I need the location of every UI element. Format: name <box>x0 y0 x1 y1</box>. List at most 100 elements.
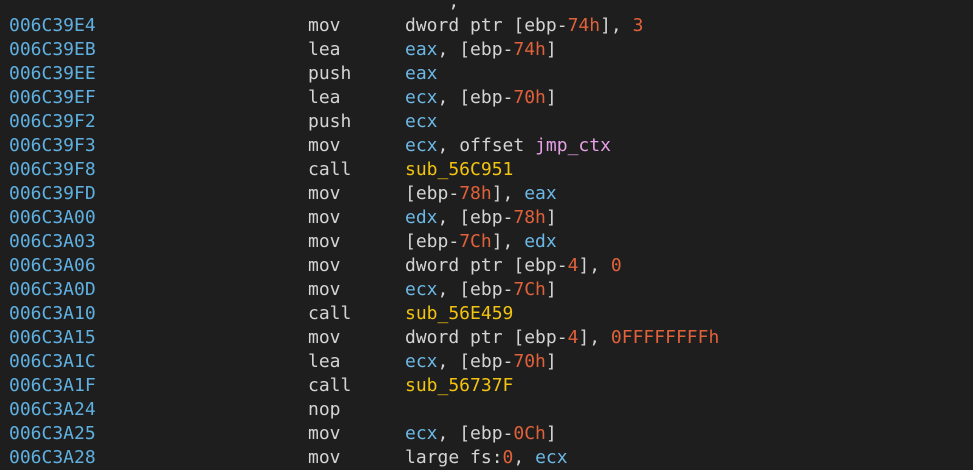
operand-text: dword ptr [ebp- <box>405 255 568 276</box>
instruction-mnemonic: push <box>308 63 352 84</box>
disasm-line[interactable]: 006C39EB lea eax, [ebp-74h] <box>0 38 973 62</box>
disasm-line[interactable]: 006C39EE push eax <box>0 62 973 86</box>
disasm-line[interactable]: 006C39FD mov [ebp-78h], eax <box>0 182 973 206</box>
operand-number: 74h <box>567 15 601 36</box>
instruction-address[interactable]: 006C39F2 <box>9 110 96 134</box>
operand-number: 0 <box>502 447 514 468</box>
operand-text: , [ebp- <box>437 207 514 228</box>
operand-text: ], <box>578 327 611 348</box>
instruction-operands: [ebp-7Ch], edx <box>405 230 557 254</box>
instruction-address[interactable]: 006C3A10 <box>9 302 96 326</box>
operand-text: large fs: <box>405 447 503 468</box>
operand-text: [ebp- <box>405 183 460 204</box>
instruction-address[interactable]: 006C39F8 <box>9 158 96 182</box>
instruction-operands: sub_56737F <box>405 374 513 398</box>
instruction-address[interactable]: 006C39F3 <box>9 134 96 158</box>
disasm-line[interactable]: 006C3A00 mov edx, [ebp-78h] <box>0 206 973 230</box>
operand-register: ecx <box>535 447 568 468</box>
disasm-line[interactable]: 006C3A25 mov ecx, [ebp-0Ch] <box>0 422 973 446</box>
operand-register: ecx <box>405 87 438 108</box>
disasm-line[interactable]: , <box>0 0 973 14</box>
instruction-address[interactable]: 006C3A00 <box>9 206 96 230</box>
symbol-reference[interactable]: jmp_ctx <box>535 135 611 156</box>
instruction-mnemonic: call <box>308 159 352 180</box>
operand-text: , [ebp- <box>437 351 514 372</box>
instruction-mnemonic: call <box>308 375 352 396</box>
operand-text: ], <box>600 15 633 36</box>
disasm-line[interactable]: 006C3A15 mov dword ptr [ebp-4], 0FFFFFFFFh <box>0 326 973 350</box>
instruction-address[interactable]: 006C39E4 <box>9 14 96 38</box>
operand-number: 4 <box>567 327 579 348</box>
instruction-address[interactable]: 006C3A03 <box>9 230 96 254</box>
instruction-operands: sub_56E459 <box>405 302 513 326</box>
operand-text: , offset <box>437 135 536 156</box>
operand-number: 7Ch <box>459 231 492 252</box>
subroutine-reference[interactable]: sub_56737F <box>405 375 513 396</box>
disasm-line[interactable]: 006C39F2 push ecx <box>0 110 973 134</box>
operand-text: , <box>405 0 514 12</box>
operand-text: dword ptr [ebp- <box>405 15 568 36</box>
instruction-address[interactable]: 006C3A0D <box>9 278 96 302</box>
disassembly-listing: , 006C39E4 mov dword ptr [ebp-74h], 3 006C3… <box>0 0 973 470</box>
disasm-line[interactable]: 006C3A1F call sub_56737F <box>0 374 973 398</box>
instruction-address[interactable]: 006C3A15 <box>9 326 96 350</box>
instruction-address[interactable]: 006C39EB <box>9 38 96 62</box>
operand-register: eax <box>405 63 438 84</box>
disasm-line[interactable]: 006C3A10 call sub_56E459 <box>0 302 973 326</box>
operand-register: eax <box>405 39 438 60</box>
instruction-mnemonic: call <box>308 303 352 324</box>
instruction-mnemonic: mov <box>308 423 341 444</box>
instruction-mnemonic: mov <box>308 231 341 252</box>
operand-register: edx <box>405 207 438 228</box>
subroutine-reference[interactable]: sub_56C951 <box>405 159 513 180</box>
disasm-line[interactable]: 006C3A28 mov large fs:0, ecx <box>0 446 973 470</box>
disasm-line[interactable]: 006C3A06 mov dword ptr [ebp-4], 0 <box>0 254 973 278</box>
operand-number: 0FFFFFFFFh <box>610 327 720 348</box>
operand-number: 0Ch <box>513 423 546 444</box>
operand-text: ], <box>491 231 525 252</box>
instruction-address[interactable]: 006C3A06 <box>9 254 96 278</box>
disasm-line[interactable]: 006C3A03 mov [ebp-7Ch], edx <box>0 230 973 254</box>
instruction-operands: dword ptr [ebp-4], 0FFFFFFFFh <box>405 326 719 350</box>
disasm-line[interactable]: 006C3A1C lea ecx, [ebp-70h] <box>0 350 973 374</box>
instruction-operands: dword ptr [ebp-4], 0 <box>405 254 622 278</box>
operand-register: ecx <box>405 135 438 156</box>
instruction-address[interactable]: 006C3A28 <box>9 446 96 470</box>
disasm-line[interactable]: 006C3A24 nop <box>0 398 973 422</box>
instruction-address[interactable]: 006C39EF <box>9 86 96 110</box>
disasm-line[interactable]: 006C3A0D mov ecx, [ebp-7Ch] <box>0 278 973 302</box>
instruction-address[interactable]: 006C3A25 <box>9 422 96 446</box>
operand-text: ] <box>545 207 557 228</box>
operand-text: , [ebp- <box>437 39 514 60</box>
operand-text: ] <box>545 279 557 300</box>
instruction-mnemonic: mov <box>308 183 341 204</box>
instruction-operands: ecx, [ebp-70h] <box>405 350 557 374</box>
instruction-mnemonic: mov <box>308 279 341 300</box>
instruction-mnemonic: lea <box>308 39 341 60</box>
disasm-line[interactable]: 006C39F3 mov ecx, offset jmp_ctx <box>0 134 973 158</box>
operand-text: ] <box>545 423 557 444</box>
instruction-address[interactable]: 006C3A1C <box>9 350 96 374</box>
instruction-mnemonic: mov <box>308 255 341 276</box>
disasm-line[interactable]: 006C39F8 call sub_56C951 <box>0 158 973 182</box>
operand-text: [ebp- <box>405 231 460 252</box>
operand-text: ], <box>578 255 611 276</box>
subroutine-reference[interactable]: sub_56E459 <box>405 303 513 324</box>
operand-text: ], <box>491 183 525 204</box>
instruction-operands: dword ptr [ebp-74h], 3 <box>405 14 643 38</box>
operand-number: 3 <box>632 15 644 36</box>
instruction-operands: ecx, [ebp-0Ch] <box>405 422 557 446</box>
instruction-address[interactable]: 006C3A1F <box>9 374 96 398</box>
operand-number: 7Ch <box>513 279 546 300</box>
operand-number: 70h <box>513 87 546 108</box>
instruction-mnemonic: lea <box>308 87 341 108</box>
instruction-operands: [ebp-78h], eax <box>405 182 557 206</box>
instruction-operands: sub_56C951 <box>405 158 513 182</box>
instruction-address[interactable]: 006C3A24 <box>9 398 96 422</box>
operand-text: ] <box>545 39 557 60</box>
disasm-line[interactable]: 006C39E4 mov dword ptr [ebp-74h], 3 <box>0 14 973 38</box>
instruction-address[interactable]: 006C39EE <box>9 62 96 86</box>
instruction-mnemonic: mov <box>308 447 341 468</box>
instruction-address[interactable]: 006C39FD <box>9 182 96 206</box>
disasm-line[interactable]: 006C39EF lea ecx, [ebp-70h] <box>0 86 973 110</box>
